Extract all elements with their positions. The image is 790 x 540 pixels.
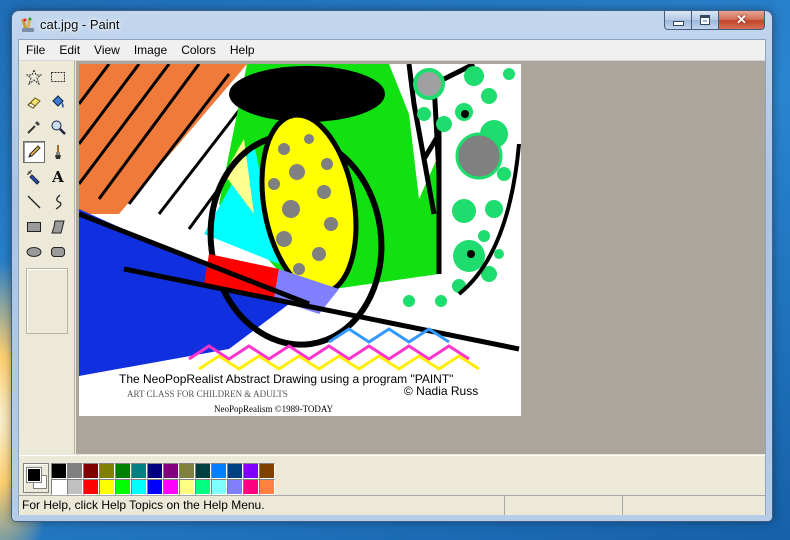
color-palette: [51, 463, 275, 495]
color-swatch[interactable]: [227, 463, 243, 479]
tool-grid: A: [23, 66, 71, 266]
color-swatch[interactable]: [99, 479, 115, 495]
maximize-icon: [700, 15, 710, 25]
text-icon: A: [52, 168, 64, 186]
color-swatch[interactable]: [115, 463, 131, 479]
color-swatch[interactable]: [83, 463, 99, 479]
maximize-button[interactable]: [692, 11, 719, 30]
color-swatch[interactable]: [131, 463, 147, 479]
rectangle-icon: [27, 222, 41, 232]
color-swatch[interactable]: [51, 479, 67, 495]
line-icon: [27, 195, 41, 209]
line-tool[interactable]: [23, 191, 45, 213]
status-help-text: For Help, click Help Topics on the Help …: [19, 496, 505, 515]
canvas-caption-author: © Nadia Russ: [404, 384, 478, 398]
status-coordinates: [505, 496, 623, 515]
color-swatch[interactable]: [51, 463, 67, 479]
menu-file[interactable]: File: [19, 40, 52, 60]
free-form-select-tool[interactable]: [23, 66, 45, 88]
color-swatch[interactable]: [67, 479, 83, 495]
canvas-caption-line2: ART CLASS FOR CHILDREN & ADULTS: [127, 389, 288, 399]
color-swatch[interactable]: [195, 479, 211, 495]
polygon-icon: [51, 220, 65, 234]
menu-image[interactable]: Image: [127, 40, 174, 60]
color-swatch[interactable]: [243, 463, 259, 479]
minimize-button[interactable]: [664, 11, 692, 30]
rounded-rectangle-tool[interactable]: [47, 241, 69, 263]
color-swatch[interactable]: [99, 463, 115, 479]
menu-edit[interactable]: Edit: [52, 40, 87, 60]
window-title: cat.jpg - Paint: [40, 17, 120, 32]
paint-app-icon: [21, 17, 34, 32]
pencil-icon: [28, 145, 41, 158]
caption-buttons: ✕: [664, 11, 765, 30]
ellipse-icon: [26, 247, 42, 257]
curve-tool[interactable]: [47, 191, 69, 213]
close-button[interactable]: ✕: [719, 11, 765, 30]
color-swatch[interactable]: [115, 479, 131, 495]
color-swatch[interactable]: [131, 479, 147, 495]
minimize-icon: [672, 20, 684, 26]
text-tool[interactable]: A: [47, 166, 69, 188]
color-swatch[interactable]: [147, 479, 163, 495]
airbrush-icon: [27, 170, 40, 185]
color-swatch[interactable]: [211, 479, 227, 495]
color-box: [19, 455, 765, 495]
pick-color-icon: [27, 121, 40, 134]
paint-window: cat.jpg - Paint ✕ File Edit View Image C…: [12, 11, 772, 521]
canvas-caption-line3: NeoPopRealism ©1989-TODAY: [214, 404, 334, 414]
close-icon: ✕: [736, 12, 747, 27]
pencil-tool[interactable]: [23, 141, 45, 163]
color-swatch[interactable]: [259, 463, 275, 479]
color-swatch[interactable]: [83, 479, 99, 495]
tool-box: A: [19, 61, 75, 454]
color-swatch[interactable]: [147, 463, 163, 479]
color-swatch[interactable]: [67, 463, 83, 479]
brush-icon: [55, 145, 61, 159]
pick-color-tool[interactable]: [23, 116, 45, 138]
color-swatch[interactable]: [163, 463, 179, 479]
polygon-tool[interactable]: [47, 216, 69, 238]
menu-view[interactable]: View: [87, 40, 127, 60]
title-bar[interactable]: cat.jpg - Paint ✕: [12, 11, 772, 38]
select-tool[interactable]: [47, 66, 69, 88]
color-swatch[interactable]: [195, 463, 211, 479]
fill-bucket-icon: [52, 95, 64, 108]
eraser-icon: [27, 97, 41, 109]
rectangle-tool[interactable]: [23, 216, 45, 238]
select-icon: [51, 72, 65, 82]
color-swatch[interactable]: [211, 463, 227, 479]
brush-tool[interactable]: [47, 141, 69, 163]
ellipse-tool[interactable]: [23, 241, 45, 263]
color-swatch[interactable]: [179, 463, 195, 479]
menu-colors[interactable]: Colors: [174, 40, 223, 60]
fill-bucket-tool[interactable]: [47, 91, 69, 113]
status-size: [623, 496, 765, 515]
menu-help[interactable]: Help: [223, 40, 262, 60]
current-colors[interactable]: [23, 463, 49, 493]
foreground-color: [26, 467, 42, 483]
airbrush-tool[interactable]: [23, 166, 45, 188]
eraser-tool[interactable]: [23, 91, 45, 113]
curve-icon: [55, 194, 62, 210]
color-swatch[interactable]: [163, 479, 179, 495]
menu-bar: File Edit View Image Colors Help: [19, 40, 765, 61]
free-form-select-icon: [26, 69, 42, 85]
status-bar: For Help, click Help Topics on the Help …: [19, 495, 765, 515]
color-swatch[interactable]: [259, 479, 275, 495]
canvas-workspace: The NeoPopRealist Abstract Drawing using…: [76, 61, 765, 454]
window-client: File Edit View Image Colors Help A The N…: [18, 39, 766, 515]
magnifier-icon: [51, 120, 66, 135]
drawing-canvas[interactable]: The NeoPopRealist Abstract Drawing using…: [79, 64, 521, 416]
magnifier-tool[interactable]: [47, 116, 69, 138]
color-swatch[interactable]: [243, 479, 259, 495]
color-swatch[interactable]: [227, 479, 243, 495]
tool-options-box[interactable]: [26, 268, 68, 334]
rounded-rectangle-icon: [51, 247, 65, 257]
color-swatch[interactable]: [179, 479, 195, 495]
